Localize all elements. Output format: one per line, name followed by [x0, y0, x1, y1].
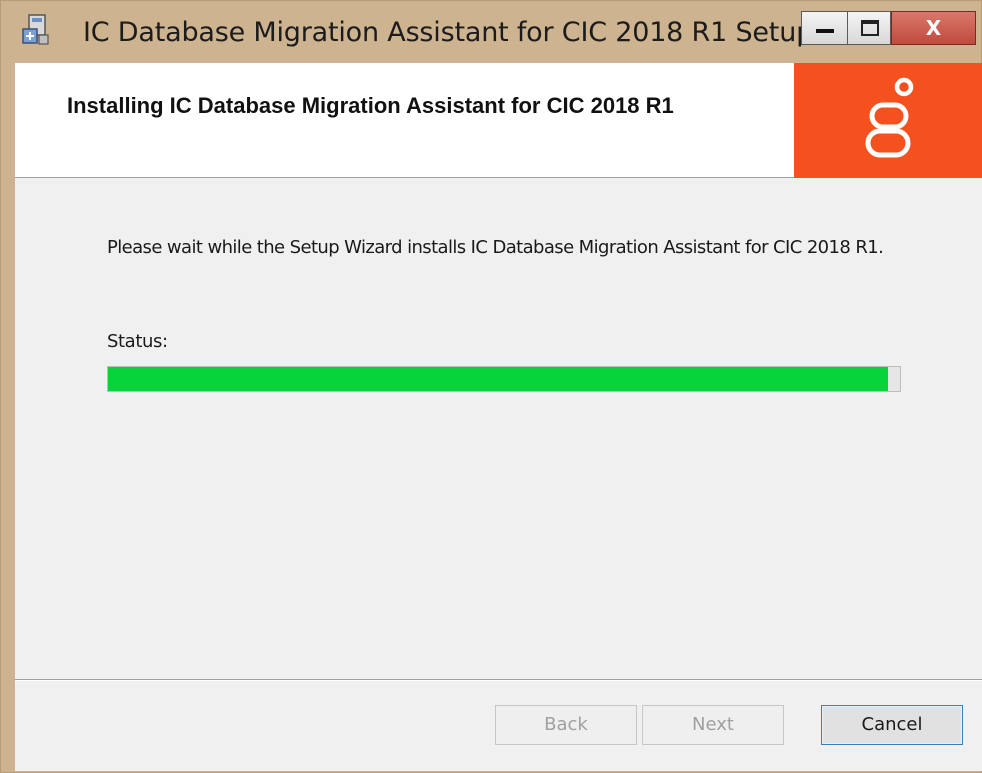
- footer-divider: [15, 679, 982, 681]
- cancel-button[interactable]: Cancel: [821, 705, 963, 745]
- caption-buttons: X: [801, 11, 976, 45]
- close-button[interactable]: X: [891, 11, 976, 45]
- title-bar[interactable]: IC Database Migration Assistant for CIC …: [1, 1, 981, 63]
- window-title: IC Database Migration Assistant for CIC …: [83, 17, 814, 48]
- progress-fill: [108, 367, 888, 391]
- close-icon: X: [925, 16, 942, 40]
- install-description: Please wait while the Setup Wizard insta…: [107, 237, 884, 258]
- maximize-icon: [861, 20, 879, 36]
- status-label: Status:: [107, 331, 168, 352]
- minimize-button[interactable]: [801, 11, 847, 45]
- back-button[interactable]: Back: [495, 705, 637, 745]
- setup-window: IC Database Migration Assistant for CIC …: [0, 0, 982, 773]
- install-progress-bar: [107, 366, 901, 392]
- wizard-body: Installing IC Database Migration Assista…: [15, 63, 982, 771]
- next-button[interactable]: Next: [642, 705, 784, 745]
- logo-panel: [794, 63, 982, 178]
- maximize-button[interactable]: [847, 11, 891, 45]
- installer-icon: [22, 14, 49, 45]
- genesys-logo-icon: [865, 77, 914, 158]
- minimize-icon: [816, 29, 834, 33]
- page-heading: Installing IC Database Migration Assista…: [67, 93, 674, 118]
- header-banner: Installing IC Database Migration Assista…: [15, 63, 982, 178]
